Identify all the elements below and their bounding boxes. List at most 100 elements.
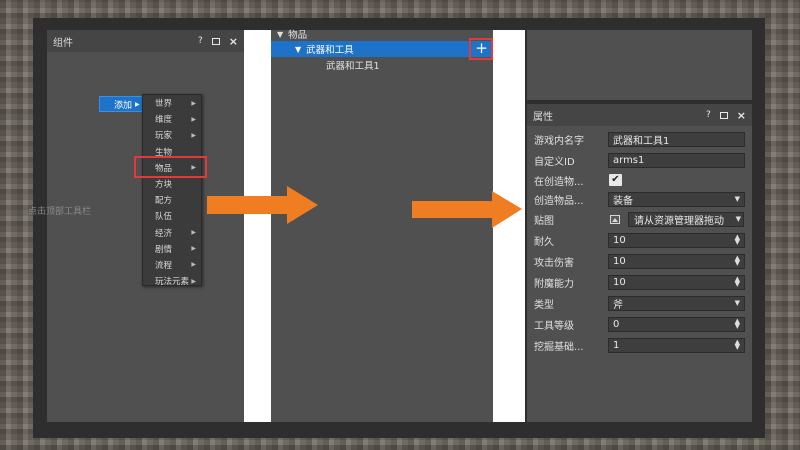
property-row-creative-category: 创造物品... 装备 ▼ <box>527 190 752 208</box>
help-icon[interactable]: ? <box>706 110 711 120</box>
property-label: 攻击伤害 <box>534 257 574 269</box>
stepper-value: 1 <box>613 339 620 351</box>
property-row-in-creative: 在创造物... ✔ <box>527 171 752 189</box>
menu-item-creature[interactable]: 生物 <box>143 144 201 160</box>
menu-item-label: 配方 <box>155 196 173 207</box>
tool-tier-stepper[interactable]: 0 ▲ ▼ <box>608 316 745 332</box>
menu-item-label: 物品 <box>155 163 173 174</box>
menu-item-player[interactable]: 玩家 ▶ <box>143 127 201 143</box>
property-label: 创造物品... <box>534 195 584 207</box>
property-row-ingame-name: 游戏内名字 武器和工具1 <box>527 130 752 148</box>
property-label: 自定义ID <box>534 156 575 168</box>
property-row-tool-tier: 工具等级 0 ▲ ▼ <box>527 315 752 333</box>
property-label: 挖掘基础... <box>534 341 584 353</box>
menu-item-team[interactable]: 队伍 <box>143 208 201 224</box>
submenu-arrow-icon: ▶ <box>191 277 196 285</box>
property-row-durability: 耐久 10 ▲ ▼ <box>527 231 752 249</box>
stepper-value: 10 <box>613 255 626 267</box>
stepper-value: 10 <box>613 234 626 246</box>
add-item-button[interactable]: + <box>473 41 490 57</box>
property-label: 耐久 <box>534 236 554 248</box>
ingame-name-input[interactable]: 武器和工具1 <box>608 131 745 147</box>
maximize-icon[interactable] <box>211 37 220 45</box>
texture-dropdown[interactable]: 请从资源管理器拖动 ▼ <box>608 211 745 227</box>
menu-item-flow[interactable]: 流程 ▶ <box>143 257 201 273</box>
up-down-arrows-icon[interactable]: ▲ ▼ <box>735 339 740 351</box>
property-row-texture: 贴图 请从资源管理器拖动 ▼ <box>527 210 752 228</box>
attack-damage-stepper[interactable]: 10 ▲ ▼ <box>608 253 745 269</box>
menu-item-economy[interactable]: 经济 ▶ <box>143 225 201 241</box>
properties-panel: 属性 ? × 游戏内名字 武器和工具1 自定义ID arms1 在创造物... … <box>527 104 752 422</box>
property-row-mining-base: 挖掘基础... 1 ▲ ▼ <box>527 336 752 354</box>
close-icon[interactable]: × <box>737 110 746 121</box>
maximize-icon[interactable] <box>719 111 728 119</box>
tree-node-label: 武器和工具1 <box>326 61 380 72</box>
submenu-arrow-icon: ▶ <box>191 261 196 269</box>
dropdown-value: 斧 <box>613 299 623 311</box>
components-panel-header: 组件 ? × <box>47 30 244 52</box>
chevron-down-icon: ▼ <box>734 299 740 307</box>
property-row-type: 类型 斧 ▼ <box>527 294 752 312</box>
menu-item-label: 世界 <box>155 99 173 110</box>
menu-item-item[interactable]: 物品 ▶ <box>143 160 201 176</box>
up-down-arrows-icon[interactable]: ▲ ▼ <box>735 318 740 330</box>
property-label: 在创造物... <box>534 176 584 188</box>
close-icon[interactable]: × <box>229 36 238 47</box>
properties-panel-header: 属性 ? × <box>527 104 752 126</box>
preview-panel <box>527 30 752 100</box>
menu-item-label: 玩家 <box>155 131 173 142</box>
property-row-custom-id: 自定义ID arms1 <box>527 151 752 169</box>
type-dropdown[interactable]: 斧 ▼ <box>608 295 745 311</box>
property-label: 类型 <box>534 299 554 311</box>
property-row-attack-damage: 攻击伤害 10 ▲ ▼ <box>527 252 752 270</box>
menu-item-label: 流程 <box>155 260 173 271</box>
tree-node-label: 物品 <box>288 30 308 41</box>
menu-item-label: 剧情 <box>155 244 173 255</box>
up-down-arrows-icon[interactable]: ▲ ▼ <box>735 276 740 288</box>
creative-category-dropdown[interactable]: 装备 ▼ <box>608 191 745 207</box>
menu-item-label: 生物 <box>155 147 173 158</box>
tree-node-weapons-tools[interactable]: ▼ 武器和工具 <box>271 41 493 57</box>
add-component-button[interactable]: 添加 ▶ <box>99 96 143 112</box>
submenu-arrow-icon: ▶ <box>191 164 196 172</box>
mining-base-stepper[interactable]: 1 ▲ ▼ <box>608 337 745 353</box>
expand-triangle-icon[interactable]: ▼ <box>277 30 283 39</box>
stepper-value: 10 <box>613 276 626 288</box>
enchantability-stepper[interactable]: 10 ▲ ▼ <box>608 274 745 290</box>
stepper-value: 0 <box>613 318 620 330</box>
submenu-arrow-icon: ▶ <box>191 115 196 123</box>
property-label: 工具等级 <box>534 320 574 332</box>
components-panel-title: 组件 <box>53 37 73 49</box>
up-down-arrows-icon[interactable]: ▲ ▼ <box>735 234 740 246</box>
menu-item-recipe[interactable]: 配方 <box>143 192 201 208</box>
chevron-down-icon: ▼ <box>735 215 741 223</box>
menu-item-label: 玩法元素 <box>155 277 190 288</box>
submenu-arrow-icon: ▶ <box>191 131 196 139</box>
menu-item-block[interactable]: 方块 <box>143 176 201 192</box>
chevron-right-icon: ▶ <box>135 100 140 108</box>
menu-item-label: 维度 <box>155 115 173 126</box>
chevron-down-icon: ▼ <box>734 195 740 203</box>
menu-item-story[interactable]: 剧情 ▶ <box>143 241 201 257</box>
menu-item-world[interactable]: 世界 ▶ <box>143 95 201 111</box>
expand-triangle-icon[interactable]: ▼ <box>295 45 301 54</box>
dropdown-value: 装备 <box>613 195 633 207</box>
tree-node-items[interactable]: ▼ 物品 <box>271 26 493 42</box>
menu-item-label: 方块 <box>155 180 173 191</box>
flow-arrow-icon <box>412 191 522 228</box>
menu-item-label: 队伍 <box>155 212 173 223</box>
tree-node-weapons-tools-1[interactable]: 武器和工具1 <box>271 57 493 73</box>
custom-id-input[interactable]: arms1 <box>608 152 745 168</box>
component-type-menu: 世界 ▶ 维度 ▶ 玩家 ▶ 生物 物品 ▶ 方块 配方 队伍 经济 ▶ 剧情 ▶ 流程 ▶ … <box>142 94 202 289</box>
add-button-label: 添加 <box>114 100 133 111</box>
help-icon[interactable]: ? <box>198 36 203 46</box>
up-down-arrows-icon[interactable]: ▲ ▼ <box>735 255 740 267</box>
durability-stepper[interactable]: 10 ▲ ▼ <box>608 232 745 248</box>
submenu-arrow-icon: ▶ <box>191 245 196 253</box>
image-icon <box>610 214 620 224</box>
menu-item-dimension[interactable]: 维度 ▶ <box>143 111 201 127</box>
in-creative-checkbox[interactable]: ✔ <box>609 174 622 186</box>
flow-arrow-icon <box>207 186 318 224</box>
menu-item-gameplay-elements[interactable]: 玩法元素 ▶ <box>143 273 201 289</box>
menu-item-label: 经济 <box>155 228 173 239</box>
